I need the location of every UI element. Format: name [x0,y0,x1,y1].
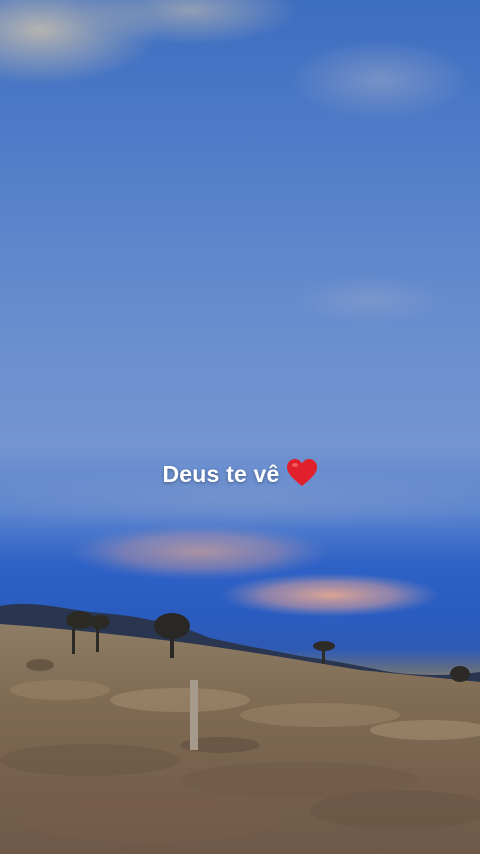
cloud-pink-right [220,573,440,617]
cloud-pink-left [70,524,330,580]
heart-icon [286,459,317,486]
caption-text: Deus te vê [162,461,280,487]
tree-far-right [450,666,470,682]
story-frame: Deus te vê [0,0,480,854]
story-caption: Deus te vê [0,458,480,488]
cloud-mid-right [290,275,450,325]
cloud-top-right [290,40,470,120]
landscape-scene [0,0,480,854]
fence-post [190,680,198,750]
